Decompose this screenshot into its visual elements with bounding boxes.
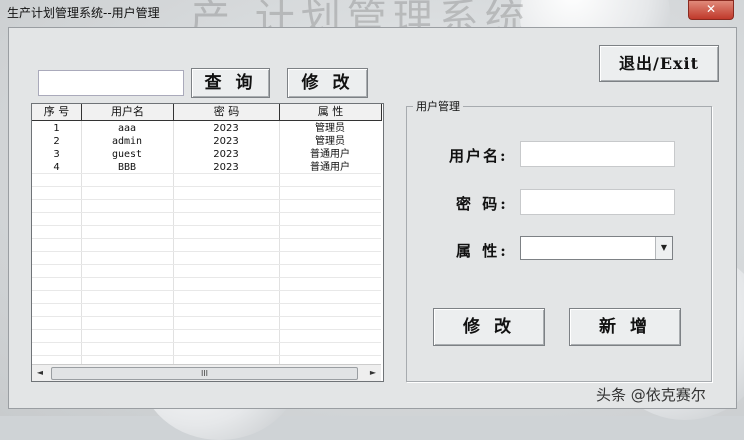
grid-line [32,316,381,317]
cell-index: 1 [53,123,60,134]
add-user-button[interactable]: 新 增 [569,308,681,346]
search-input[interactable] [38,70,184,96]
cell-username: aaa [117,123,137,134]
column-header-password[interactable]: 密 码 [174,104,280,120]
cell-role: 普通用户 [310,149,350,160]
grid-line [32,303,381,304]
column-header-username[interactable]: 用户名 [82,104,174,120]
cell-password: 2023 [213,149,239,160]
window-title: 生产计划管理系统--用户管理 [7,6,160,20]
cell-username: BBB [117,162,137,173]
grid-line [32,238,381,239]
password-label: 密 码: [456,195,509,213]
query-button[interactable]: 查 询 [191,68,270,98]
role-label: 属 性: [456,242,509,260]
cell-index: 2 [53,136,60,147]
table-header: 序 号 用户名 密 码 属 性 [32,104,382,121]
cell-password: 2023 [213,162,239,173]
grid-line [32,342,381,343]
table-row[interactable]: 2 admin 2023 管理员 [32,136,381,149]
cell-role: 管理员 [315,136,345,147]
grid-line [32,290,381,291]
edit-button-top[interactable]: 修 改 [287,68,368,98]
horizontal-scrollbar[interactable]: ◄ III ► [32,364,381,381]
chevron-down-icon[interactable]: ▼ [655,237,672,259]
grid-line [32,264,381,265]
grid-line [32,329,381,330]
table-row[interactable]: 3 guest 2023 普通用户 [32,149,381,162]
role-select[interactable]: ▼ [520,236,673,260]
grid-line [32,212,381,213]
cell-index: 3 [53,149,60,160]
scroll-left-icon[interactable]: ◄ [32,365,48,381]
username-field[interactable] [520,141,675,167]
cell-role: 普通用户 [310,162,350,173]
grid-line [32,251,381,252]
password-field[interactable] [520,189,675,215]
username-label: 用户名: [449,147,508,165]
cell-username: admin [111,136,143,147]
scroll-right-icon[interactable]: ► [365,365,381,381]
close-button[interactable]: ✕ [688,0,734,20]
cell-password: 2023 [213,136,239,147]
grid-line [32,277,381,278]
grid-line [32,199,381,200]
title-bar: 产 计划管理系统 生产计划管理系统--用户管理 ✕ [0,0,744,42]
users-table[interactable]: 序 号 用户名 密 码 属 性 1 aaa 2023 管理员 2 admin 2… [31,103,384,382]
column-header-index[interactable]: 序 号 [32,104,82,120]
cell-role: 管理员 [315,123,345,134]
cell-password: 2023 [213,123,239,134]
grid-line [32,186,381,187]
cell-index: 4 [53,162,60,173]
table-row[interactable]: 4 BBB 2023 普通用户 [32,162,381,175]
scroll-thumb[interactable]: III [51,367,358,380]
column-header-role[interactable]: 属 性 [280,104,382,120]
cell-username: guest [111,149,143,160]
grid-line [32,225,381,226]
group-title: 用户管理 [413,98,463,114]
table-row[interactable]: 1 aaa 2023 管理员 [32,123,381,136]
edit-user-button[interactable]: 修 改 [433,308,545,346]
footer-attribution: 头条 @依克赛尔 [596,386,706,404]
grid-line [32,355,381,356]
exit-button[interactable]: 退出/Exit [599,45,719,82]
